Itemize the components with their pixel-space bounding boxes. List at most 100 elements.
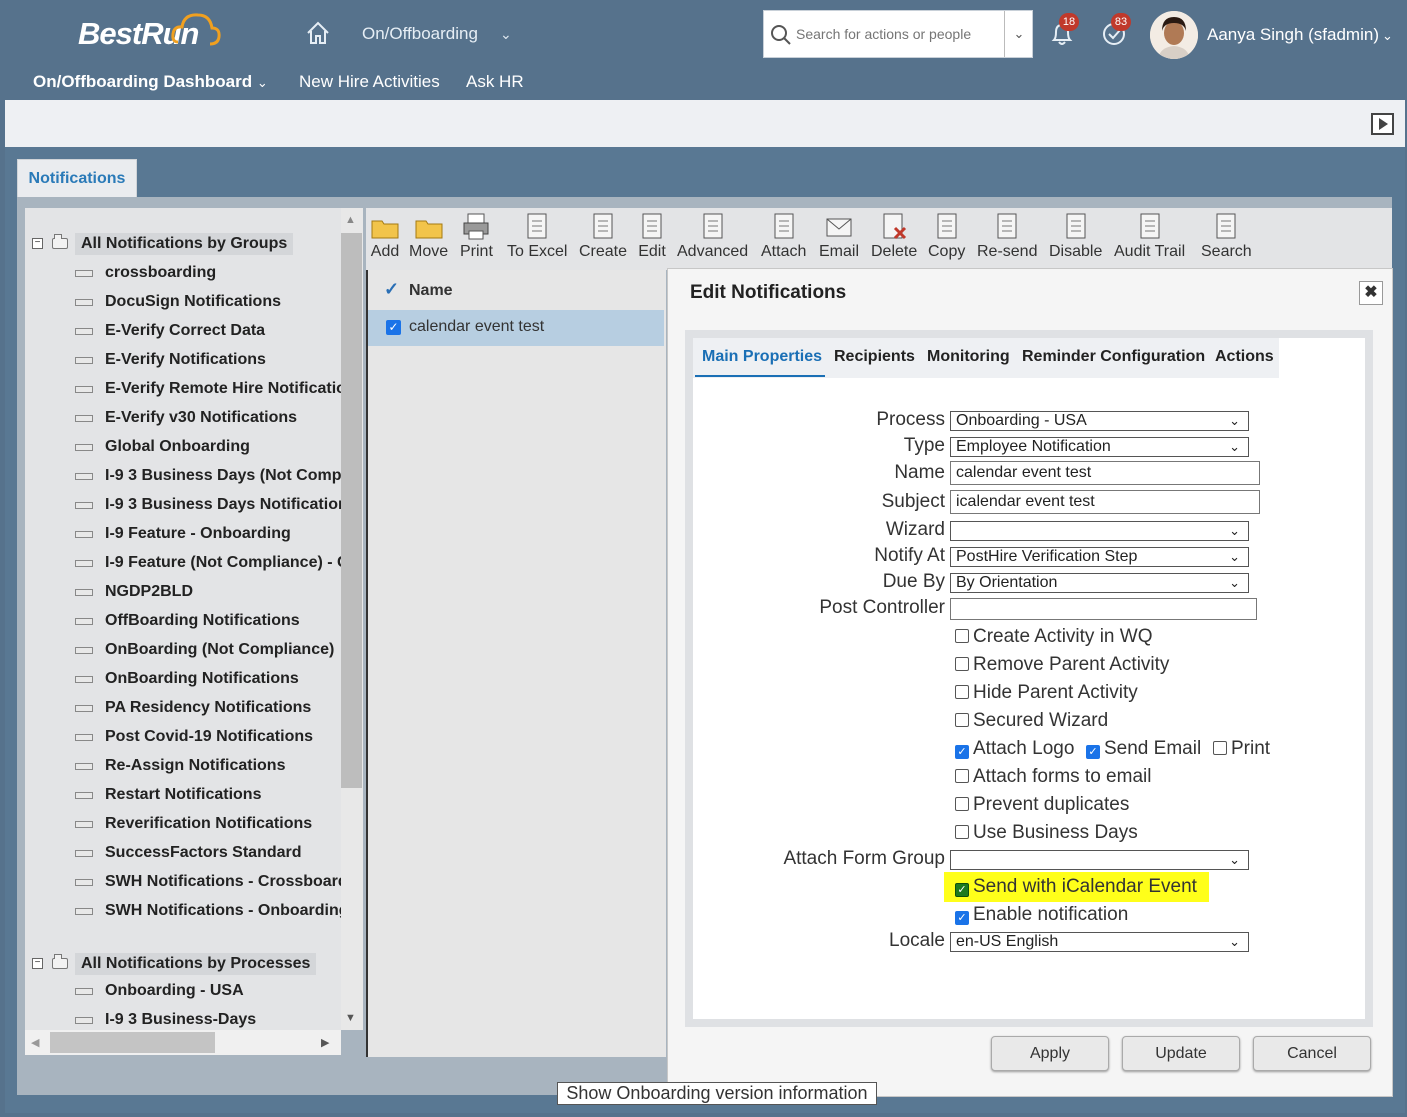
nav-ask-hr[interactable]: Ask HR	[466, 72, 524, 92]
due-by-select[interactable]: By Orientation ⌄	[950, 573, 1249, 593]
search-dropdown-chevron-icon[interactable]: ⌄	[1004, 11, 1033, 57]
secured-wizard-option[interactable]: Secured Wizard	[955, 710, 1108, 732]
tree-item[interactable]: Re-Assign Notifications	[105, 757, 285, 775]
attach-logo-checkbox[interactable]: ✓	[955, 745, 969, 759]
tree-item[interactable]: E-Verify Notifications	[105, 351, 266, 369]
create-activity-option[interactable]: Create Activity in WQ	[955, 626, 1153, 648]
edit-button[interactable]: Edit	[637, 211, 667, 261]
chevron-down-icon[interactable]: ⌄	[500, 26, 512, 43]
tab-notifications[interactable]: Notifications	[17, 159, 137, 197]
attach-forms-checkbox[interactable]	[955, 769, 969, 783]
subject-field[interactable]: icalendar event test	[950, 490, 1260, 514]
remove-parent-option[interactable]: Remove Parent Activity	[955, 654, 1169, 676]
prevent-duplicates-option[interactable]: Prevent duplicates	[955, 794, 1129, 816]
tree-item[interactable]: I-9 3 Business-Days	[105, 1011, 256, 1029]
business-days-checkbox[interactable]	[955, 825, 969, 839]
tree-item[interactable]: Global Onboarding	[105, 438, 250, 456]
create-button[interactable]: Create	[579, 211, 627, 261]
post-controller-field[interactable]	[950, 598, 1257, 620]
module-selector[interactable]: On/Offboarding	[362, 24, 478, 44]
column-name-header[interactable]: Name	[409, 282, 453, 300]
tree-item[interactable]: E-Verify Correct Data	[105, 322, 265, 340]
cancel-button[interactable]: Cancel	[1253, 1036, 1371, 1071]
collapse-icon[interactable]: −	[32, 958, 43, 969]
wizard-select[interactable]: ⌄	[950, 521, 1249, 541]
tab-monitoring[interactable]: Monitoring	[927, 348, 1010, 366]
user-menu-chevron-icon[interactable]: ⌄	[1382, 28, 1393, 44]
tree-item[interactable]: I-9 Feature - Onboarding	[105, 525, 291, 543]
tree-item[interactable]: crossboarding	[105, 264, 216, 282]
tree-item[interactable]: OnBoarding Notifications	[105, 670, 299, 688]
email-button[interactable]: Email	[819, 211, 859, 261]
business-days-option[interactable]: Use Business Days	[955, 822, 1138, 844]
print-button[interactable]: Print	[460, 211, 493, 261]
search-button[interactable]: Search	[1201, 211, 1252, 261]
enable-notification-checkbox[interactable]: ✓	[955, 911, 969, 925]
create-activity-checkbox[interactable]	[955, 629, 969, 643]
version-info-link[interactable]: Show Onboarding version information	[557, 1082, 877, 1105]
search-input[interactable]	[796, 19, 1001, 49]
tree-item[interactable]: NGDP2BLD	[105, 583, 193, 601]
nav-dashboard[interactable]: On/Offboarding Dashboard ⌄	[33, 72, 268, 92]
audit-trail-button[interactable]: Audit Trail	[1114, 211, 1185, 261]
attach-button[interactable]: Attach	[761, 211, 806, 261]
tree-item[interactable]: SWH Notifications - Onboarding	[105, 902, 341, 920]
row-checkbox[interactable]: ✓	[386, 320, 401, 335]
name-field[interactable]: calendar event test	[950, 461, 1260, 485]
hide-parent-option[interactable]: Hide Parent Activity	[955, 682, 1138, 704]
re-send-button[interactable]: Re-send	[977, 211, 1037, 261]
tree-group-header[interactable]: All Notifications by Groups	[75, 233, 294, 255]
hide-parent-checkbox[interactable]	[955, 685, 969, 699]
tab-main-properties[interactable]: Main Properties	[702, 348, 822, 366]
attach-forms-option[interactable]: Attach forms to email	[955, 766, 1151, 788]
remove-parent-checkbox[interactable]	[955, 657, 969, 671]
collapse-icon[interactable]: −	[32, 238, 43, 249]
home-icon[interactable]	[305, 20, 331, 46]
check-icon[interactable]: ✓	[384, 279, 399, 300]
move-button[interactable]: Move	[409, 211, 448, 261]
tree-item[interactable]: I-9 3 Business Days (Not Compl	[105, 467, 341, 485]
close-icon[interactable]: ✖	[1359, 281, 1383, 305]
add-button[interactable]: Add	[370, 211, 400, 261]
advanced-button[interactable]: Advanced	[677, 211, 748, 261]
process-select[interactable]: Onboarding - USA ⌄	[950, 411, 1249, 431]
icalendar-checkbox[interactable]: ✓	[955, 883, 969, 897]
disable-button[interactable]: Disable	[1049, 211, 1102, 261]
tree-item[interactable]: Onboarding - USA	[105, 982, 244, 1000]
play-icon[interactable]	[1371, 113, 1394, 135]
tree-item[interactable]: Post Covid-19 Notifications	[105, 728, 313, 746]
row-name[interactable]: calendar event test	[409, 318, 544, 336]
tree-item[interactable]: E-Verify v30 Notifications	[105, 409, 297, 427]
delete-button[interactable]: Delete	[871, 211, 917, 261]
tab-actions[interactable]: Actions	[1215, 348, 1274, 366]
print-option[interactable]: Print	[1213, 738, 1270, 760]
notify-at-select[interactable]: PostHire Verification Step ⌄	[950, 547, 1249, 567]
avatar[interactable]	[1150, 11, 1198, 59]
tree-item[interactable]: E-Verify Remote Hire Notificatio	[105, 380, 341, 398]
tree-item[interactable]: SuccessFactors Standard	[105, 844, 302, 862]
tab-reminder-configuration[interactable]: Reminder Configuration	[1022, 348, 1205, 366]
secured-wizard-checkbox[interactable]	[955, 713, 969, 727]
type-select[interactable]: Employee Notification ⌄	[950, 437, 1249, 457]
scroll-left-icon[interactable]: ◀	[31, 1036, 39, 1049]
update-button[interactable]: Update	[1122, 1036, 1240, 1071]
tree-item[interactable]: I-9 3 Business Days Notificatior	[105, 496, 341, 514]
tree-item[interactable]: I-9 Feature (Not Compliance) - C	[105, 554, 341, 572]
tree-item[interactable]: DocuSign Notifications	[105, 293, 281, 311]
tree-item[interactable]: Restart Notifications	[105, 786, 261, 804]
scroll-right-icon[interactable]: ▶	[321, 1036, 329, 1049]
nav-new-hire-activities[interactable]: New Hire Activities	[299, 72, 440, 92]
tree-item[interactable]: Reverification Notifications	[105, 815, 312, 833]
attach-form-group-select[interactable]: ⌄	[950, 850, 1249, 870]
tab-recipients[interactable]: Recipients	[834, 348, 915, 366]
icalendar-option[interactable]: ✓ Send with iCalendar Event	[955, 876, 1197, 898]
tree-item[interactable]: OffBoarding Notifications	[105, 612, 300, 630]
tree-horizontal-scroll-thumb[interactable]	[50, 1032, 215, 1053]
search-icon[interactable]	[770, 24, 792, 46]
tree-item[interactable]: PA Residency Notifications	[105, 699, 311, 717]
to-excel-button[interactable]: To Excel	[507, 211, 567, 261]
tree-item[interactable]: OnBoarding (Not Compliance)	[105, 641, 334, 659]
scroll-down-icon[interactable]: ▼	[345, 1012, 356, 1024]
enable-notification-option[interactable]: ✓ Enable notification	[955, 904, 1128, 926]
attach-logo-option[interactable]: ✓ Attach Logo	[955, 738, 1074, 760]
